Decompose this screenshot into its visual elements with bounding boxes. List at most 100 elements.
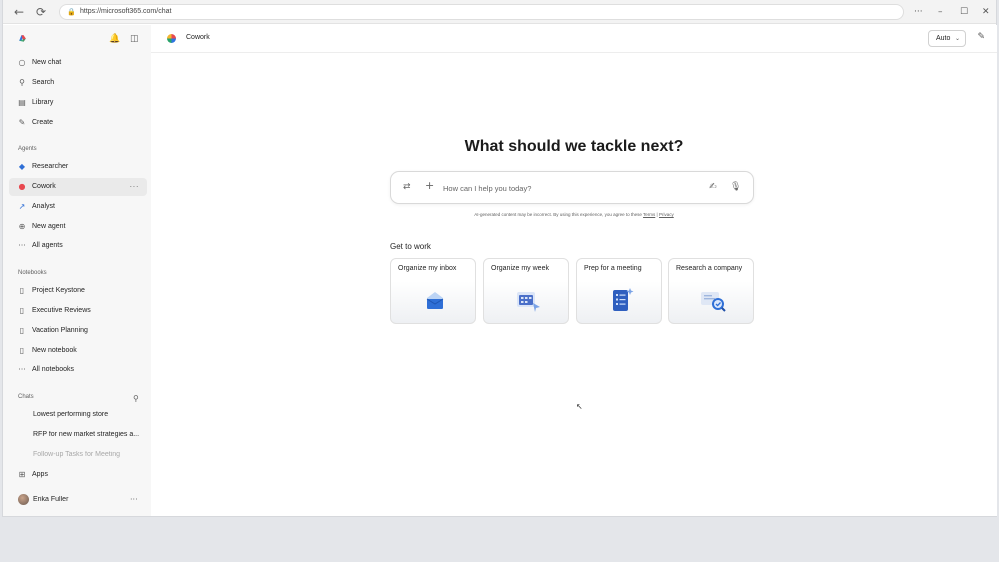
user-name[interactable]: Erika Fuller bbox=[33, 496, 143, 503]
ai-disclaimer: AI-generated content may be incorrect. B… bbox=[151, 212, 997, 217]
sidebar-item-label: All agents bbox=[32, 242, 63, 249]
prompt-card-title: Organize my inbox bbox=[398, 265, 457, 272]
more-icon: ··· bbox=[18, 241, 26, 250]
disclaimer-separator: | bbox=[656, 212, 658, 217]
more-icon: ··· bbox=[18, 365, 26, 374]
copilot-logo-icon[interactable] bbox=[17, 33, 28, 44]
sidebar-item-executive-reviews[interactable]: ▯ Executive Reviews bbox=[9, 302, 147, 320]
sidebar-item-analyst[interactable]: ↗ Analyst bbox=[9, 198, 147, 216]
sidebar-item-search[interactable]: ⚲ Search bbox=[9, 74, 147, 92]
maximize-icon[interactable]: ☐ bbox=[960, 4, 968, 20]
chat-history-item[interactable]: RFP for new market strategies a... bbox=[33, 431, 143, 438]
prompt-card-research-company[interactable]: Research a company bbox=[668, 258, 754, 324]
more-options-icon[interactable]: ··· bbox=[130, 178, 140, 196]
apps-icon: ⊞ bbox=[18, 470, 26, 479]
search-icon: ⚲ bbox=[19, 78, 25, 87]
sidebar-item-new-agent[interactable]: ⊕ New agent bbox=[9, 218, 147, 236]
sidebar-item-label: New notebook bbox=[32, 347, 77, 354]
address-bar[interactable]: 🔒 https://microsoft365.com/chat bbox=[59, 4, 904, 20]
sidebar-item-library[interactable]: ▤ Library bbox=[9, 94, 147, 112]
sidebar-item-label: Search bbox=[32, 79, 55, 86]
chat-composer[interactable]: ⇄ + ✍ 🎙 bbox=[390, 171, 754, 204]
new-agent-icon: ⊕ bbox=[18, 222, 26, 231]
sidebar-item-label: Create bbox=[32, 119, 54, 126]
sidebar-item-new-chat[interactable]: ○ New chat bbox=[9, 54, 147, 72]
mode-dropdown[interactable]: Auto ⌄ bbox=[928, 30, 966, 47]
back-icon[interactable]: ← bbox=[11, 4, 27, 20]
new-chat-edit-icon[interactable]: ✎ bbox=[977, 32, 985, 42]
chat-history-item[interactable]: Lowest performing store bbox=[33, 411, 143, 418]
sidebar: 🔔 ◫ ○ New chat ⚲ Search ▤ Library ✎ Crea… bbox=[3, 25, 151, 516]
agents-section-heading: Agents bbox=[18, 146, 37, 152]
browser-toolbar: ← ⟳ 🔒 https://microsoft365.com/chat ··· … bbox=[3, 0, 996, 24]
terms-link[interactable]: Terms bbox=[643, 212, 655, 217]
sidebar-item-researcher[interactable]: ◆ Researcher bbox=[9, 158, 147, 176]
calendar-icon bbox=[517, 292, 540, 312]
pen-icon[interactable]: ✍ bbox=[709, 182, 717, 193]
sidebar-item-apps[interactable]: ⊞ Apps bbox=[9, 466, 147, 484]
microphone-icon[interactable]: 🎙 bbox=[730, 182, 741, 193]
create-icon: ✎ bbox=[18, 118, 26, 127]
chats-section-heading: Chats bbox=[18, 394, 34, 400]
sidebar-item-label: Project Keystone bbox=[32, 287, 85, 294]
avatar[interactable] bbox=[18, 494, 29, 505]
browser-more-icon[interactable]: ··· bbox=[914, 4, 923, 20]
welcome-headline: What should we tackle next? bbox=[464, 138, 684, 155]
disclaimer-text: AI-generated content may be incorrect. B… bbox=[474, 212, 642, 217]
collapse-sidebar-icon[interactable]: ◫ bbox=[130, 34, 139, 44]
minimize-icon[interactable]: – bbox=[938, 4, 943, 20]
sidebar-item-label: Cowork bbox=[32, 183, 56, 190]
research-magnifier-icon bbox=[701, 292, 726, 312]
sidebar-item-project-keystone[interactable]: ▯ Project Keystone bbox=[9, 282, 147, 300]
cowork-icon: ● bbox=[18, 182, 26, 191]
sidebar-item-label: New chat bbox=[32, 59, 62, 66]
prompt-card-prep-meeting[interactable]: Prep for a meeting bbox=[576, 258, 662, 324]
notebook-icon: ▯ bbox=[19, 306, 25, 315]
url-text: https://microsoft365.com/chat bbox=[80, 8, 172, 15]
prompt-card-title: Research a company bbox=[676, 265, 743, 272]
get-to-work-heading: Get to work bbox=[390, 242, 431, 251]
tools-icon[interactable]: ⇄ bbox=[403, 182, 411, 193]
sidebar-item-label: Executive Reviews bbox=[32, 307, 91, 314]
mouse-cursor-icon: ↖ bbox=[576, 402, 583, 411]
user-more-icon[interactable]: ··· bbox=[130, 495, 138, 505]
prompt-card-organize-week[interactable]: Organize my week bbox=[483, 258, 569, 324]
checklist-icon bbox=[613, 288, 634, 311]
add-attachment-icon[interactable]: + bbox=[425, 180, 434, 191]
prompt-card-organize-inbox[interactable]: Organize my inbox bbox=[390, 258, 476, 324]
refresh-icon[interactable]: ⟳ bbox=[33, 4, 49, 20]
mode-dropdown-label: Auto bbox=[936, 35, 951, 42]
inbox-envelope-icon bbox=[426, 292, 444, 309]
library-icon: ▤ bbox=[18, 98, 26, 107]
chat-bubble-icon: ○ bbox=[18, 58, 26, 67]
sidebar-item-label: Researcher bbox=[32, 163, 69, 170]
chevron-down-icon: ⌄ bbox=[954, 35, 960, 42]
sidebar-item-vacation-planning[interactable]: ▯ Vacation Planning bbox=[9, 322, 147, 340]
lock-icon: 🔒 bbox=[67, 8, 76, 16]
sidebar-item-new-notebook[interactable]: ▯ New notebook bbox=[9, 342, 147, 360]
notifications-bell-icon[interactable]: 🔔 bbox=[109, 34, 120, 44]
main-content: Cowork Auto ⌄ ✎ What should we tackle ne… bbox=[151, 25, 997, 516]
researcher-icon: ◆ bbox=[18, 162, 26, 171]
sidebar-item-cowork[interactable]: ● Cowork ··· bbox=[9, 178, 147, 196]
notebook-icon: ▯ bbox=[19, 286, 25, 295]
prompt-card-title: Organize my week bbox=[491, 265, 549, 272]
chat-history-item[interactable]: Follow-up Tasks for Meeting bbox=[33, 451, 143, 458]
sidebar-item-label: Vacation Planning bbox=[32, 327, 88, 334]
analyst-icon: ↗ bbox=[18, 202, 26, 211]
sidebar-item-label: New agent bbox=[32, 223, 66, 230]
new-notebook-icon: ▯ bbox=[19, 346, 25, 355]
main-header: Cowork Auto ⌄ ✎ bbox=[151, 25, 997, 53]
chats-search-icon[interactable]: ⚲ bbox=[133, 394, 139, 404]
sidebar-item-create[interactable]: ✎ Create bbox=[9, 114, 147, 132]
sidebar-item-all-agents[interactable]: ··· All agents bbox=[9, 237, 147, 255]
privacy-link[interactable]: Privacy bbox=[659, 212, 674, 217]
chat-input[interactable] bbox=[443, 181, 693, 195]
cowork-logo-icon bbox=[167, 34, 176, 43]
sidebar-item-label: Apps bbox=[32, 471, 48, 478]
sidebar-item-all-notebooks[interactable]: ··· All notebooks bbox=[9, 361, 147, 379]
sidebar-item-label: All notebooks bbox=[32, 366, 75, 373]
close-icon[interactable]: ✕ bbox=[982, 4, 990, 20]
sidebar-item-label: Library bbox=[32, 99, 54, 106]
notebook-icon: ▯ bbox=[19, 326, 25, 335]
